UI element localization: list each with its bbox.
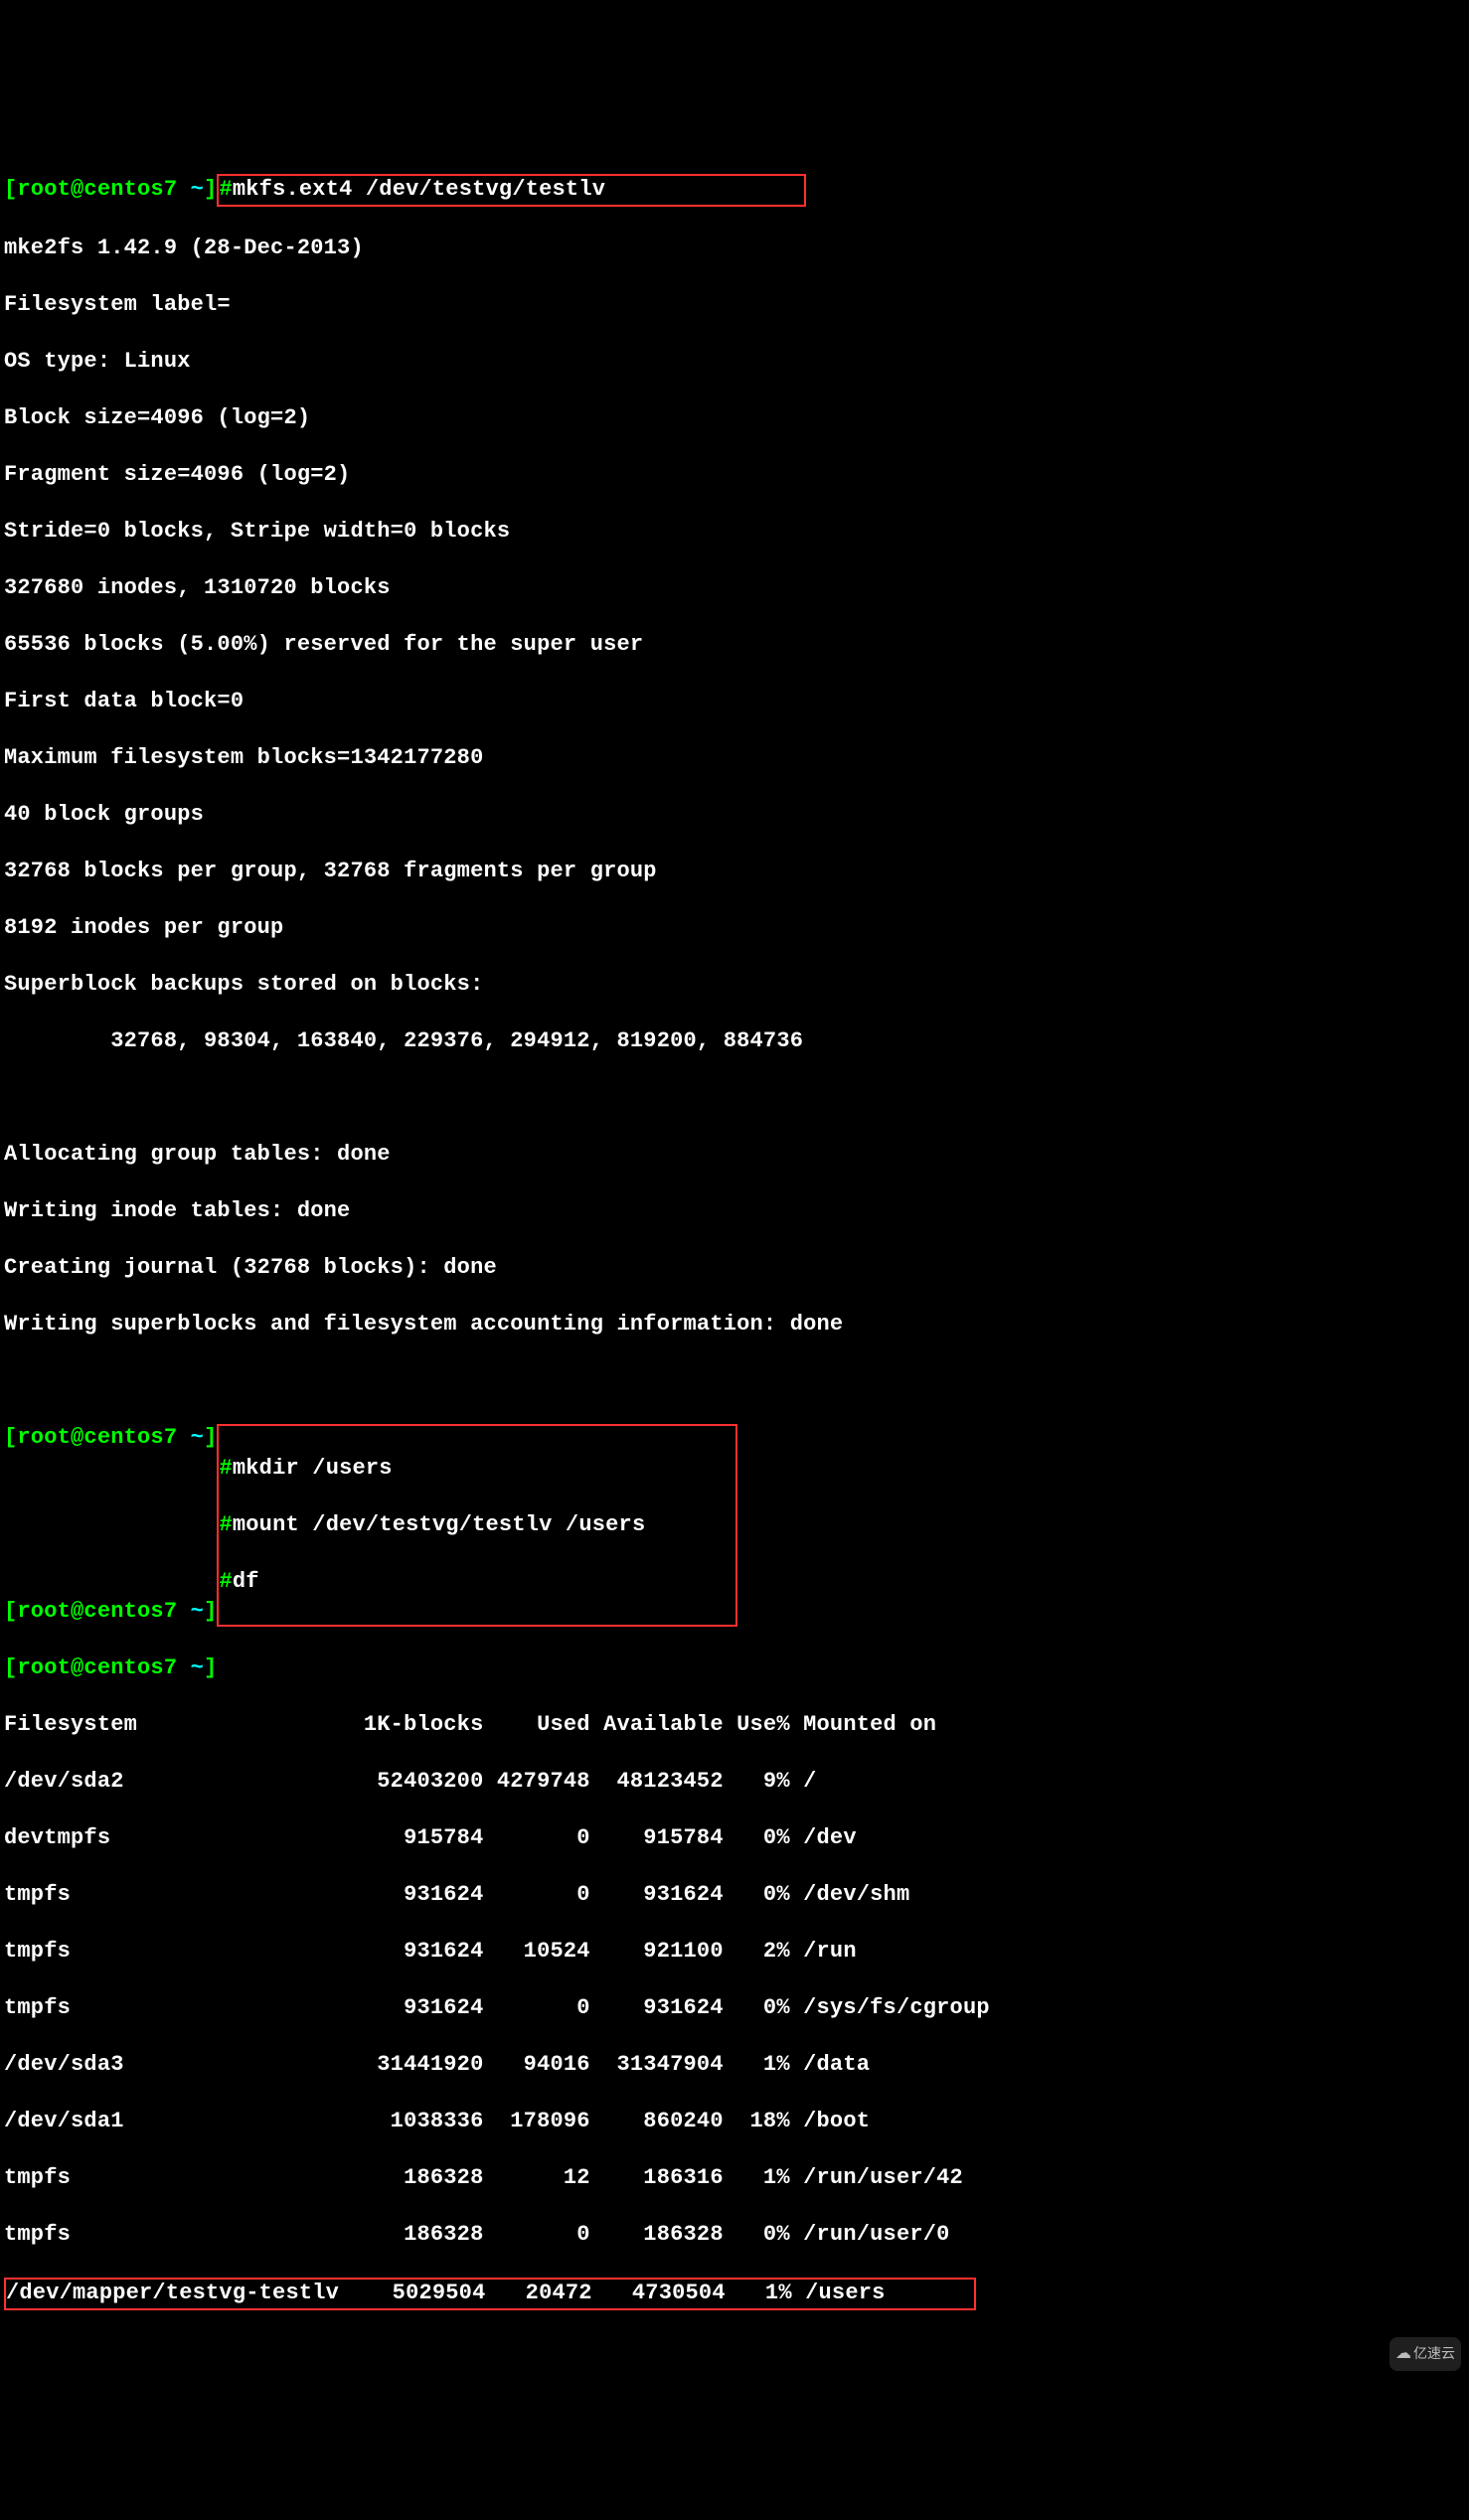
mkfs-out-11: 40 block groups (4, 801, 1465, 830)
prompt-open: [ (4, 177, 17, 202)
prompt-block-2: [root@centos7 ~] #mkdir /users #mount /d… (4, 1424, 1465, 1627)
cmd-mkfs: mkfs.ext4 /dev/testvg/testlv (233, 177, 605, 202)
mkfs-out-20: Writing superblocks and filesystem accou… (4, 1311, 1465, 1339)
mkfs-out-12: 32768 blocks per group, 32768 fragments … (4, 858, 1465, 886)
df-row-1: devtmpfs 915784 0 915784 0% /dev (4, 1824, 1465, 1853)
mkfs-out-6: Stride=0 blocks, Stripe width=0 blocks (4, 518, 1465, 547)
df-row-4: tmpfs 931624 0 931624 0% /sys/fs/cgroup (4, 1994, 1465, 2023)
mkfs-out-17: Allocating group tables: done (4, 1141, 1465, 1170)
cmd-df: df (233, 1569, 259, 1594)
mkfs-out-4: Block size=4096 (log=2) (4, 404, 1465, 433)
prompt-hash: # (219, 177, 232, 202)
mkfs-out-8: 65536 blocks (5.00%) reserved for the su… (4, 631, 1465, 660)
df-row-6: /dev/sda1 1038336 178096 860240 18% /boo… (4, 2108, 1465, 2136)
df-row-3: tmpfs 931624 10524 921100 2% /run (4, 1938, 1465, 1967)
mkfs-out-10: Maximum filesystem blocks=1342177280 (4, 744, 1465, 773)
line-df: #df (219, 1568, 735, 1597)
blank-line (4, 1084, 1465, 1113)
mkfs-out-18: Writing inode tables: done (4, 1197, 1465, 1226)
prompt-dir: ~ (191, 177, 204, 202)
mkfs-out-15: 32768, 98304, 163840, 229376, 294912, 81… (4, 1027, 1465, 1056)
mkfs-out-5: Fragment size=4096 (log=2) (4, 461, 1465, 490)
line-mount: #mount /dev/testvg/testlv /users (219, 1511, 735, 1540)
df-row-9: /dev/mapper/testvg-testlv 5029504 20472 … (4, 2278, 1465, 2310)
prompt-at: @ (71, 177, 83, 202)
prompt-host: centos7 (83, 177, 177, 202)
df-row-8: tmpfs 186328 0 186328 0% /run/user/0 (4, 2221, 1465, 2250)
mkfs-out-13: 8192 inodes per group (4, 914, 1465, 943)
prompt-row-3: [root@centos7 ~] (4, 1654, 1465, 1683)
df-row-0: /dev/sda2 52403200 4279748 48123452 9% / (4, 1768, 1465, 1797)
mkfs-out-14: Superblock backups stored on blocks: (4, 971, 1465, 1000)
mkfs-out-1: mke2fs 1.42.9 (28-Dec-2013) (4, 235, 1465, 263)
cmd-mkdir: mkdir /users (233, 1456, 393, 1481)
mkfs-out-19: Creating journal (32768 blocks): done (4, 1254, 1465, 1283)
mkfs-out-2: Filesystem label= (4, 291, 1465, 320)
prompt-space (177, 177, 190, 202)
cloud-icon: ☁ (1395, 2345, 1411, 2362)
df-row-7: tmpfs 186328 12 186316 1% /run/user/42 (4, 2164, 1465, 2193)
df-header: Filesystem 1K-blocks Used Available Use%… (4, 1711, 1465, 1740)
df-row-2: tmpfs 931624 0 931624 0% /dev/shm (4, 1881, 1465, 1910)
prompt-close: ] (204, 177, 217, 202)
line-prompt-mkfs: [root@centos7 ~]#mkfs.ext4 /dev/testvg/t… (4, 174, 1465, 207)
blank-line-2 (4, 1367, 1465, 1396)
df-row-5: /dev/sda3 31441920 94016 31347904 1% /da… (4, 2051, 1465, 2080)
mkfs-out-7: 327680 inodes, 1310720 blocks (4, 574, 1465, 603)
prompt-user: root (17, 177, 71, 202)
cmd-mount: mount /dev/testvg/testlv /users (233, 1512, 645, 1537)
terminal[interactable]: [root@centos7 ~]#mkfs.ext4 /dev/testvg/t… (0, 142, 1469, 2379)
watermark: ☁亿速云 (1389, 2337, 1461, 2371)
mkfs-out-3: OS type: Linux (4, 348, 1465, 377)
mkfs-out-9: First data block=0 (4, 688, 1465, 716)
line-mkdir: #mkdir /users (219, 1455, 735, 1484)
